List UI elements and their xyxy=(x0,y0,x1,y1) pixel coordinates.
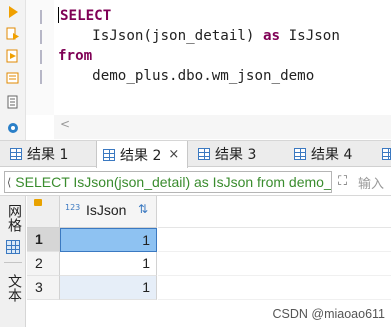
code-line-4: demo_plus.dbo.wm_json_demo xyxy=(58,66,340,86)
filter-input-hint[interactable]: 输入 xyxy=(358,173,384,192)
table-icon xyxy=(382,148,391,160)
column-header-isjson[interactable]: 123 IsJson ⇅ xyxy=(60,196,157,228)
code-line-2: IsJson(json_detail) as IsJson xyxy=(58,26,340,46)
table-icon xyxy=(103,148,115,161)
tab-result-1[interactable]: 结果 1 xyxy=(4,141,90,167)
tab-overflow[interactable] xyxy=(380,141,391,167)
execute-statement-icon[interactable] xyxy=(6,5,20,19)
execute-script-icon[interactable] xyxy=(6,27,20,41)
table-cell[interactable]: 1 xyxy=(60,276,157,300)
row-empty-area xyxy=(158,252,391,276)
editor-horizontal-scrollbar[interactable]: < xyxy=(54,115,391,139)
table-cell[interactable]: 1 xyxy=(60,252,157,276)
execute-in-new-tab-icon[interactable] xyxy=(6,49,20,63)
editor-gutter xyxy=(26,0,54,115)
tab-result-3[interactable]: 结果 3 xyxy=(192,141,282,167)
keyword-from: from xyxy=(58,48,93,64)
load-script-icon[interactable] xyxy=(6,95,20,109)
numeric-type-icon: 123 xyxy=(65,203,81,212)
tab-label: 结果 4 xyxy=(311,147,353,163)
grid-corner[interactable] xyxy=(27,196,60,228)
tab-label: 结果 2 xyxy=(120,147,162,164)
divider xyxy=(4,262,22,263)
sql-code[interactable]: SELECT IsJson(json_detail) as IsJson from… xyxy=(58,6,340,86)
gutter-mark xyxy=(40,10,42,24)
gutter-mark xyxy=(40,50,42,64)
explain-plan-icon[interactable] xyxy=(6,71,20,85)
tab-result-4[interactable]: 结果 4 xyxy=(288,141,378,167)
grid-view-icon[interactable] xyxy=(6,240,20,254)
keyword-select: SELECT xyxy=(60,8,112,24)
filter-bar: ⟨ SELECT IsJson(json_detail) as IsJson f… xyxy=(0,169,391,196)
tab-label: 结果 3 xyxy=(215,147,257,163)
code-text: IsJson xyxy=(280,28,340,44)
sql-editor[interactable]: SELECT IsJson(json_detail) as IsJson from… xyxy=(0,0,391,115)
sort-filter-icon[interactable]: ⇅ xyxy=(138,202,148,216)
table-icon xyxy=(10,148,22,160)
code-line-3: from xyxy=(58,46,340,66)
filter-input[interactable]: ⟨ SELECT IsJson(json_detail) as IsJson f… xyxy=(4,171,332,193)
lock-icon xyxy=(34,199,42,206)
tab-result-2[interactable]: 结果 2 × xyxy=(96,141,188,168)
result-tab-bar: 结果 1 结果 2 × 结果 3 结果 4 xyxy=(0,140,391,168)
text-caret xyxy=(58,7,59,23)
grid-view-tab[interactable]: 网格 xyxy=(4,204,22,232)
row-number[interactable]: 1 xyxy=(27,228,60,252)
keyword-as: as xyxy=(263,28,281,44)
code-text: IsJson(json_detail) xyxy=(58,28,263,44)
scroll-left-arrow[interactable]: < xyxy=(60,117,70,131)
code-text: demo_plus.dbo.wm_json_demo xyxy=(58,68,315,84)
expand-filter-icon[interactable]: ⛶ xyxy=(338,174,347,189)
text-view-tab[interactable]: 文本 xyxy=(4,274,22,302)
gutter-mark xyxy=(40,30,42,44)
code-line-1: SELECT xyxy=(58,6,340,26)
tab-label: 结果 1 xyxy=(27,147,69,163)
table-icon xyxy=(198,148,210,160)
table-icon xyxy=(294,148,306,160)
settings-gear-icon[interactable] xyxy=(6,121,20,135)
table-cell[interactable]: 1 xyxy=(60,228,157,252)
editor-toolbar xyxy=(0,0,26,140)
row-empty-area xyxy=(158,276,391,300)
gutter-mark xyxy=(40,70,42,84)
filter-query-text[interactable]: SELECT IsJson(json_detail) as IsJson fro… xyxy=(15,174,331,190)
watermark: CSDN @miaoao611 xyxy=(272,307,385,321)
header-empty-area xyxy=(158,196,391,228)
row-number[interactable]: 2 xyxy=(27,252,60,276)
close-tab-icon[interactable]: × xyxy=(168,147,179,162)
filter-icon[interactable]: ⟨ xyxy=(7,176,11,189)
row-number[interactable]: 3 xyxy=(27,276,60,300)
row-empty-area xyxy=(158,228,391,252)
view-mode-panel: 网格 文本 xyxy=(0,196,26,327)
column-name: IsJson xyxy=(86,202,127,218)
